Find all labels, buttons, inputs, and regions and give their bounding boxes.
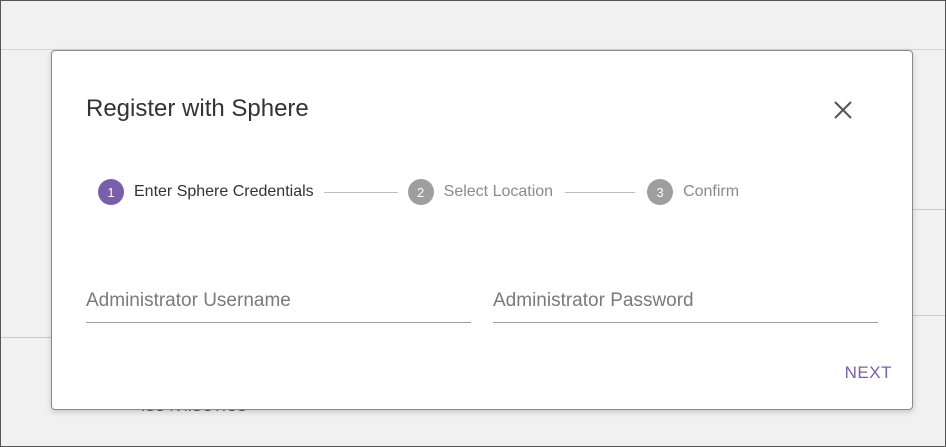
background-divider (911, 209, 945, 210)
step-connector (565, 191, 636, 193)
step-label: Enter Sphere Credentials (134, 183, 314, 200)
step-label: Confirm (683, 183, 740, 200)
background-divider (911, 315, 945, 316)
app-window: ISS IVIISCTICS Register with Sphere 1 En… (0, 0, 946, 447)
dialog-title: Register with Sphere (86, 95, 309, 122)
close-icon (834, 101, 852, 119)
step-number-badge: 1 (98, 179, 124, 205)
close-button[interactable] (831, 98, 855, 122)
username-input[interactable] (86, 283, 471, 323)
step-number-badge: 2 (407, 179, 434, 205)
step-select-location[interactable]: 2 Select Location (407, 179, 554, 205)
background-divider (1, 337, 51, 338)
step-confirm[interactable]: 3 Confirm (647, 179, 739, 205)
username-field (86, 283, 471, 325)
step-enter-credentials[interactable]: 1 Enter Sphere Credentials (98, 179, 314, 205)
step-number-badge: 3 (647, 179, 674, 205)
register-dialog: Register with Sphere 1 Enter Sphere Cred… (51, 50, 913, 410)
stepper: 1 Enter Sphere Credentials 2 Select Loca… (98, 176, 878, 208)
step-label: Select Location (443, 183, 554, 200)
password-field (493, 283, 878, 325)
password-input[interactable] (493, 283, 878, 323)
next-button[interactable]: NEXT (812, 357, 892, 389)
step-connector (323, 191, 398, 193)
